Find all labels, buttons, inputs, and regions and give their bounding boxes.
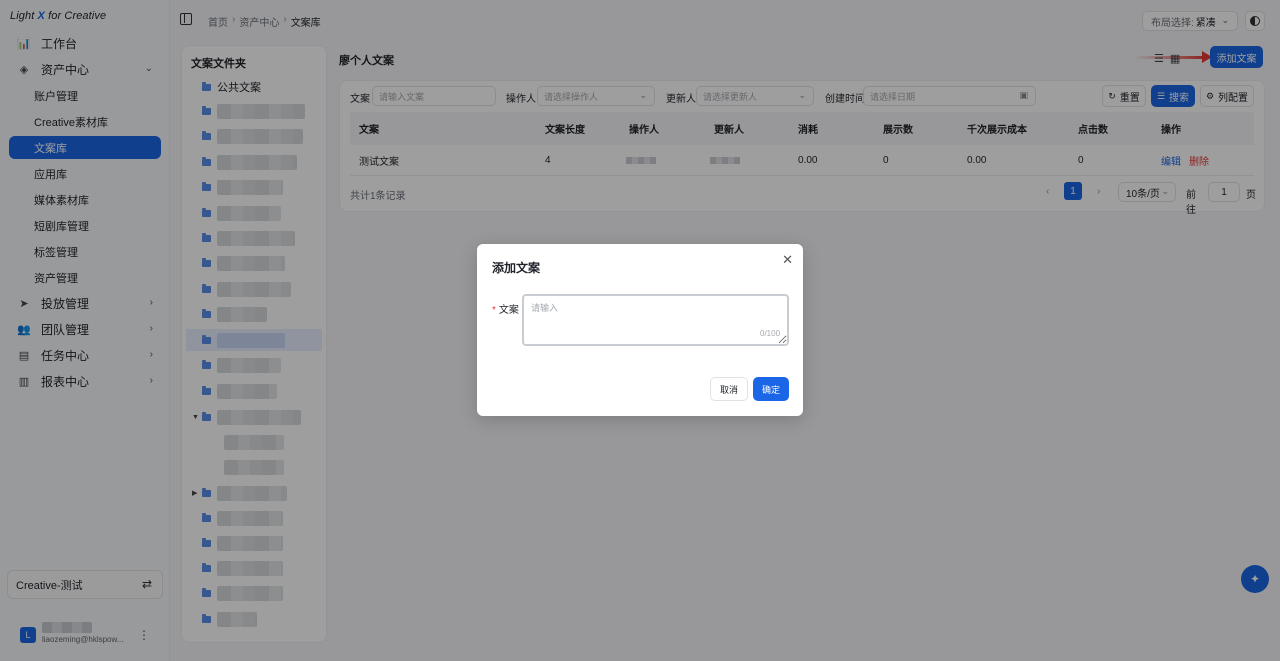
dialog-title: 添加文案 [492,261,541,275]
cancel-button[interactable]: 取消 [710,377,748,401]
close-icon[interactable]: ✕ [782,252,793,268]
add-copy-dialog: 添加文案 ✕ *文案 0/100 取消 确定 [477,244,803,416]
confirm-button[interactable]: 确定 [753,377,789,401]
copy-textarea[interactable] [522,294,789,346]
required-mark: * [492,305,496,316]
char-count: 0/100 [760,329,781,338]
copy-field-label: * 文案 [492,305,519,316]
